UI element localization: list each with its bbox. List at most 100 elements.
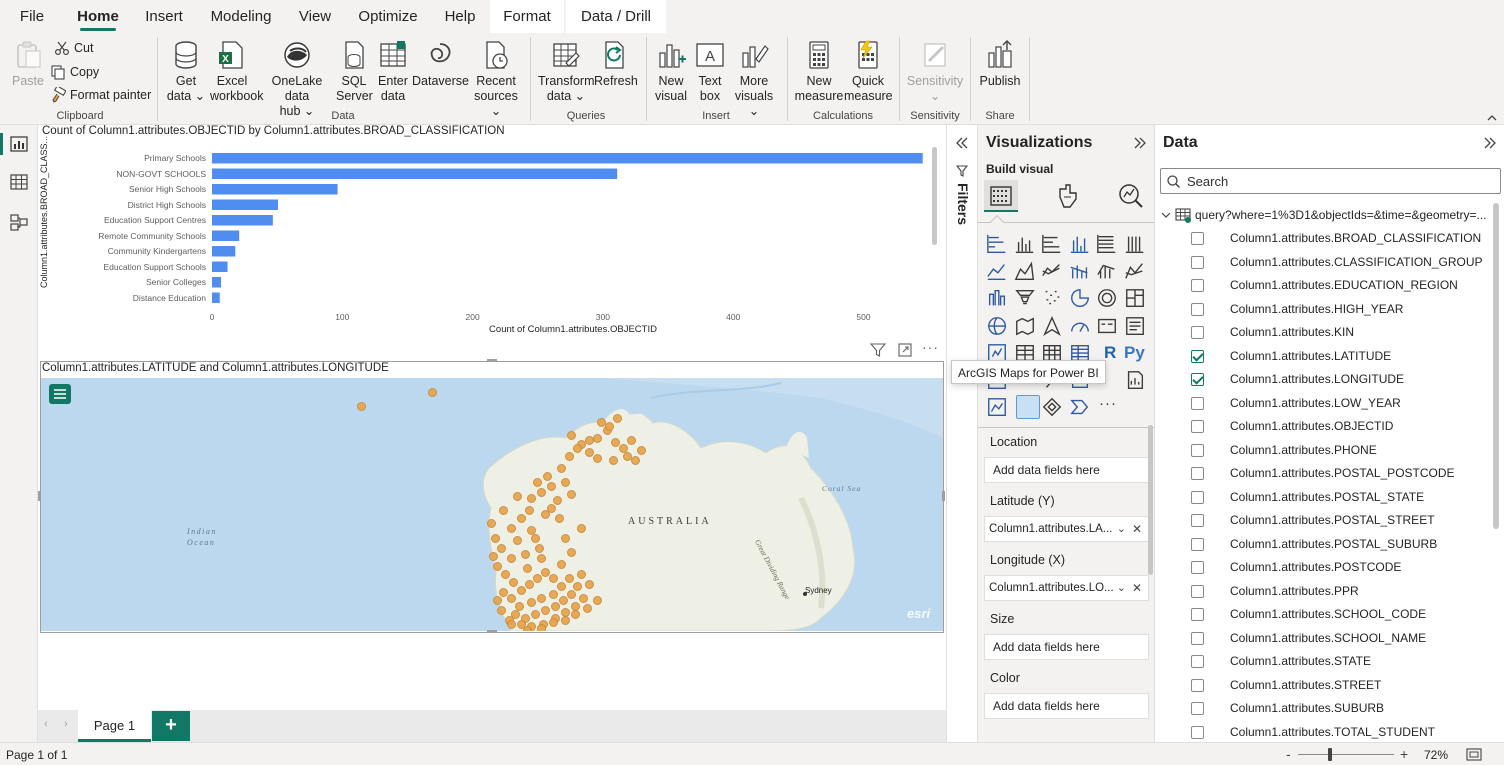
visual-type-icon[interactable] bbox=[1014, 233, 1036, 255]
more-visuals-button[interactable]: More visuals ⌄ bbox=[730, 39, 778, 119]
publish-button[interactable]: Publish bbox=[978, 39, 1022, 89]
bar-chart-plot[interactable] bbox=[208, 147, 928, 307]
quick-measure-button[interactable]: Quick measure bbox=[844, 39, 893, 104]
checkbox[interactable] bbox=[1191, 655, 1204, 668]
map-menu-button[interactable] bbox=[49, 384, 71, 404]
map-point[interactable] bbox=[535, 544, 544, 553]
map-point[interactable] bbox=[501, 570, 510, 579]
search-input[interactable]: Search bbox=[1160, 168, 1501, 194]
resize-handle[interactable] bbox=[487, 630, 497, 633]
map-point[interactable] bbox=[533, 478, 542, 487]
map-point[interactable] bbox=[513, 536, 522, 545]
visual-type-icon[interactable] bbox=[1014, 260, 1036, 282]
filters-pane-collapsed[interactable]: Filters bbox=[946, 125, 977, 742]
add-page-button[interactable]: + bbox=[152, 711, 190, 741]
map-point[interactable] bbox=[585, 580, 594, 589]
visual-type-icon[interactable] bbox=[1069, 233, 1091, 255]
map-point[interactable] bbox=[525, 580, 534, 589]
zoom-out-button[interactable]: - bbox=[1286, 746, 1291, 762]
map-point[interactable] bbox=[565, 452, 574, 461]
zoom-slider-track[interactable] bbox=[1298, 754, 1394, 755]
map-point[interactable] bbox=[507, 620, 516, 629]
map-point[interactable] bbox=[487, 519, 496, 528]
map-point[interactable] bbox=[525, 506, 534, 515]
map-point[interactable] bbox=[541, 606, 550, 615]
visual-type-icon[interactable] bbox=[1124, 233, 1146, 255]
map-point[interactable] bbox=[493, 562, 502, 571]
visual-type-icon[interactable] bbox=[986, 260, 1008, 282]
collapse-data-icon[interactable] bbox=[1483, 137, 1497, 149]
map-point[interactable] bbox=[547, 482, 556, 491]
checkbox[interactable] bbox=[1191, 232, 1204, 245]
bar[interactable] bbox=[212, 184, 338, 195]
checkbox[interactable] bbox=[1191, 608, 1204, 621]
map-point[interactable] bbox=[509, 578, 518, 587]
map-point[interactable] bbox=[553, 496, 562, 505]
map-point[interactable] bbox=[565, 574, 574, 583]
map-point[interactable] bbox=[567, 431, 576, 440]
map-point[interactable] bbox=[593, 454, 602, 463]
text-box-button[interactable]: A Text box bbox=[692, 39, 728, 104]
bar[interactable] bbox=[212, 168, 618, 180]
checkbox[interactable] bbox=[1191, 396, 1204, 410]
map-point[interactable] bbox=[579, 594, 588, 603]
map-point[interactable] bbox=[559, 596, 568, 605]
checkbox[interactable] bbox=[1191, 302, 1204, 316]
collapse-left-icon[interactable] bbox=[955, 137, 969, 149]
checkbox[interactable] bbox=[1191, 514, 1204, 527]
fit-to-page-icon[interactable] bbox=[1466, 748, 1482, 761]
viz-scrollbar[interactable] bbox=[1148, 425, 1153, 575]
visual-type-icon[interactable] bbox=[1124, 369, 1146, 391]
map-point[interactable] bbox=[517, 514, 526, 523]
analytics-icon[interactable] bbox=[1118, 183, 1144, 209]
report-view-icon[interactable] bbox=[10, 135, 28, 153]
new-visual-button[interactable]: New visual bbox=[652, 39, 690, 104]
checkbox[interactable] bbox=[1191, 584, 1204, 598]
map-point[interactable] bbox=[627, 436, 636, 445]
map-point[interactable] bbox=[583, 604, 592, 613]
checkbox[interactable] bbox=[1191, 537, 1204, 551]
map-point[interactable] bbox=[531, 534, 540, 543]
map-point[interactable] bbox=[561, 534, 570, 543]
menu-optimize[interactable]: Optimize bbox=[355, 0, 421, 33]
menu-data-drill[interactable]: Data / Drill bbox=[566, 0, 666, 33]
visual-type-icon[interactable] bbox=[986, 315, 1008, 337]
more-options-icon[interactable]: ··· bbox=[922, 339, 939, 355]
checkbox[interactable] bbox=[1191, 255, 1204, 269]
map-point[interactable] bbox=[499, 506, 508, 515]
map-point[interactable] bbox=[531, 610, 540, 619]
menu-home[interactable]: Home bbox=[74, 0, 122, 33]
visual-type-icon[interactable] bbox=[1041, 315, 1063, 337]
bar[interactable] bbox=[212, 215, 273, 226]
build-visual-tab[interactable] bbox=[984, 180, 1018, 212]
map-point[interactable] bbox=[593, 596, 602, 605]
checkbox[interactable] bbox=[1191, 420, 1204, 433]
map-point[interactable] bbox=[537, 594, 546, 603]
copy-button[interactable]: Copy bbox=[50, 62, 99, 82]
map-point[interactable] bbox=[507, 594, 516, 603]
enter-data-button[interactable]: Enter data bbox=[376, 39, 410, 104]
cut-button[interactable]: Cut bbox=[54, 38, 93, 58]
remove-field-icon[interactable]: ✕ bbox=[1132, 517, 1142, 541]
map-point[interactable] bbox=[517, 586, 526, 595]
data-scrollbar[interactable] bbox=[1493, 203, 1499, 529]
map-point[interactable] bbox=[557, 464, 566, 473]
dataverse-button[interactable]: Dataverse bbox=[412, 39, 469, 89]
visual-type-icon[interactable] bbox=[1014, 315, 1036, 337]
visual-type-icon[interactable] bbox=[1124, 287, 1146, 309]
field-well-filled[interactable]: Column1.attributes.LA... ⌄ ✕ bbox=[984, 516, 1149, 542]
map-point[interactable] bbox=[547, 504, 556, 513]
excel-workbook-button[interactable]: X Excel workbook bbox=[210, 39, 264, 104]
map-point[interactable] bbox=[567, 590, 576, 599]
menu-modeling[interactable]: Modeling bbox=[207, 0, 275, 33]
map-point[interactable] bbox=[585, 436, 594, 445]
map-point[interactable] bbox=[549, 618, 558, 627]
map-point[interactable] bbox=[497, 544, 506, 553]
chart-scrollbar[interactable] bbox=[932, 147, 937, 245]
checkbox[interactable] bbox=[1191, 326, 1204, 339]
bar[interactable] bbox=[212, 261, 228, 273]
map-point[interactable] bbox=[533, 574, 542, 583]
visual-type-icon[interactable] bbox=[1124, 315, 1146, 337]
map-point[interactable] bbox=[577, 524, 586, 533]
table-view-icon[interactable] bbox=[10, 173, 28, 191]
